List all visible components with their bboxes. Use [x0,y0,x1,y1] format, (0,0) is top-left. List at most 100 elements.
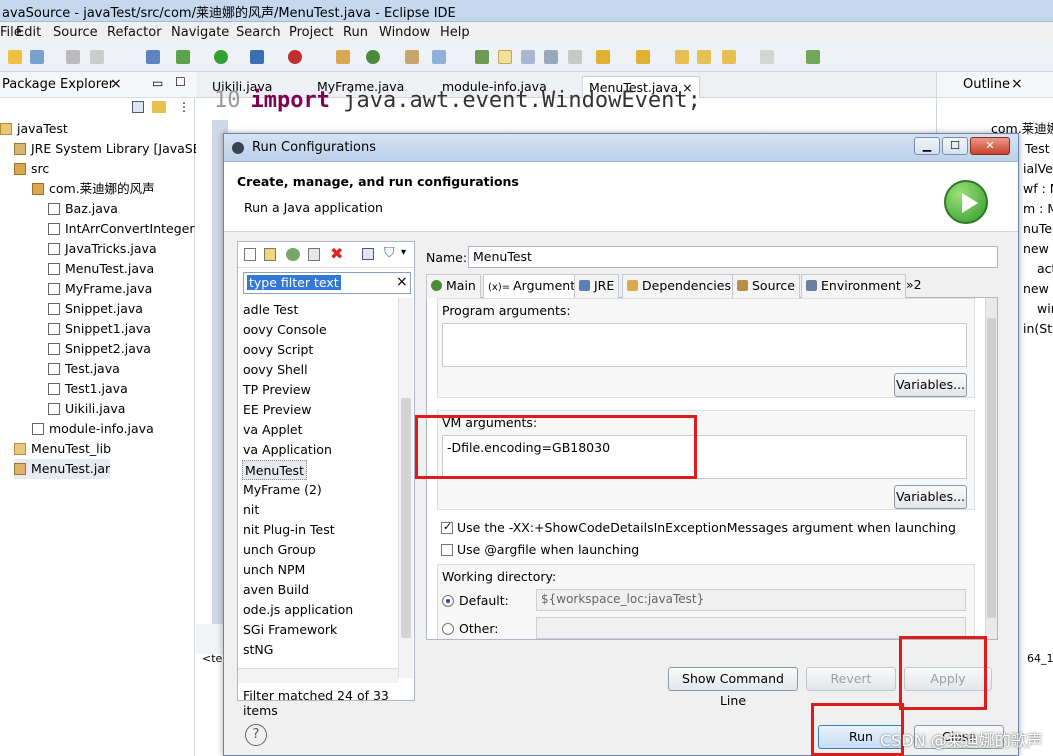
tree-item-jar[interactable]: MenuTest.jar [14,459,111,479]
pin-editor-icon[interactable] [806,50,820,64]
tree-item-src[interactable]: src [14,159,49,179]
print-icon[interactable] [90,50,104,64]
save-all-icon[interactable] [66,50,80,64]
argfile-checkbox[interactable]: Use @argfile when launching [441,542,639,557]
tree-item-project[interactable]: javaTest [0,119,68,139]
tab-dependencies[interactable]: Dependencies [622,274,736,298]
clear-filter-icon[interactable]: × [396,274,408,290]
config-item[interactable]: EE Preview [243,400,311,420]
collapse-all-icon[interactable] [362,248,374,260]
tree-item-file[interactable]: Snippet1.java [48,319,151,339]
close-icon[interactable]: × [1011,76,1023,92]
radio-unselected[interactable] [442,623,454,635]
config-item-selected[interactable]: MenuTest [242,460,307,480]
more-tabs[interactable]: »2 [902,274,926,298]
new-config-icon[interactable] [244,248,256,261]
outline-item[interactable]: nuTe [1023,219,1052,239]
help-icon[interactable]: ? [245,724,267,746]
outline-item[interactable]: m : M [1023,199,1053,219]
default-radio[interactable]: Default: [442,593,509,608]
view-menu-icon[interactable]: ⋮ [178,100,190,114]
program-arguments-input[interactable] [442,323,967,367]
maximize-button[interactable]: ☐ [942,137,968,155]
link-editor-icon[interactable] [152,101,166,113]
config-item[interactable]: unch NPM [243,560,305,580]
tab-source[interactable]: Source [732,274,800,298]
config-item[interactable]: TP Preview [243,380,311,400]
outline-item[interactable]: in(Str [1023,319,1053,339]
tree-item-file[interactable]: Test1.java [48,379,128,399]
tree-item-file[interactable]: MyFrame.java [48,279,152,299]
other-radio[interactable]: Other: [442,621,498,636]
code-line[interactable]: 10 import java.awt.event.WindowEvent; [214,88,701,113]
checkbox-unchecked[interactable] [441,544,453,556]
tab-environment[interactable]: Environment [801,274,906,298]
outline-item[interactable]: wir [1037,299,1053,319]
new-icon[interactable] [8,50,22,64]
minimize-icon[interactable]: ▭ [152,76,163,90]
collapse-all-icon[interactable] [132,101,144,113]
open-type-icon[interactable] [405,50,419,64]
coverage-icon[interactable] [250,50,264,64]
menu-run[interactable]: Run [343,25,368,40]
tree-item-file[interactable]: Snippet2.java [48,339,151,359]
skip-breakpoints-icon[interactable] [146,50,160,64]
maximize-icon[interactable]: ☐ [175,75,186,89]
minimize-button[interactable]: ▁ [914,137,940,155]
save-icon[interactable] [30,50,44,64]
config-item[interactable]: ode.js application [243,600,353,620]
mark-occurrences-icon[interactable] [498,50,512,64]
outline-item[interactable]: new A [1023,239,1053,259]
word-wrap-icon[interactable] [544,50,558,64]
close-icon[interactable]: × [110,76,122,92]
next-annotation-icon[interactable] [596,50,610,64]
new-java-project-icon[interactable] [336,50,350,64]
menu-source[interactable]: Source [53,25,98,40]
config-item[interactable]: oovy Shell [243,360,308,380]
tree-item-file[interactable]: Baz.java [48,199,118,219]
menu-help[interactable]: Help [440,25,470,40]
tree-item-file[interactable]: Uikili.java [48,399,125,419]
outline-item[interactable]: new W [1023,279,1053,299]
filter-icon[interactable]: ⛉ [384,245,395,261]
last-edit-icon[interactable] [675,50,689,64]
show-command-line-button[interactable]: Show Command Line [668,667,798,708]
config-item[interactable]: aven Build [243,580,309,600]
config-item[interactable]: oovy Script [243,340,313,360]
variables-button[interactable]: Variables... [894,485,967,509]
outline-item[interactable]: act [1037,259,1053,279]
config-item[interactable]: nit Plug-in Test [243,520,335,540]
tree-item-file[interactable]: Test.java [48,359,120,379]
outline-item[interactable]: ialVe [1023,159,1053,179]
block-selection-icon[interactable] [521,50,535,64]
outline-item[interactable]: wf : M [1023,179,1053,199]
radio-selected[interactable] [442,595,454,607]
tree-item-file[interactable]: IntArrConvertIntegerLi [48,219,195,239]
menu-edit[interactable]: Edit [16,25,41,40]
variables-button[interactable]: Variables... [894,373,967,397]
revert-button[interactable]: Revert [806,667,896,691]
tree-item-jre[interactable]: JRE System Library [JavaSE- [14,139,205,159]
open-task-icon[interactable] [432,50,446,64]
delete-config-icon[interactable]: ✖ [330,244,343,263]
tab-main[interactable]: Main [426,274,481,298]
tree-item-package[interactable]: com.莱迪娜的风声 [32,179,155,199]
debug-icon[interactable] [176,50,190,64]
search-icon[interactable] [475,50,489,64]
new-prototype-icon[interactable] [264,248,276,261]
run-icon[interactable] [214,50,228,64]
config-list-hscrollbar[interactable] [238,668,398,683]
menu-project[interactable]: Project [289,25,333,40]
config-item[interactable]: nit [243,500,259,520]
tab-body-scrollbar[interactable] [985,298,997,639]
close-button[interactable]: ✕ [970,137,1010,155]
scroll-thumb[interactable] [401,398,411,638]
config-list-scrollbar[interactable] [398,298,413,678]
outline-item[interactable]: Test [1025,139,1050,159]
tree-item-file[interactable]: MenuTest.java [48,259,154,279]
tree-item-file[interactable]: JavaTricks.java [48,239,157,259]
tree-item-folder[interactable]: MenuTest_lib [14,439,111,459]
config-item[interactable]: SGi Framework [243,620,337,640]
tree-item-file[interactable]: Snippet.java [48,299,143,319]
tree-item-file[interactable]: module-info.java [32,419,154,439]
